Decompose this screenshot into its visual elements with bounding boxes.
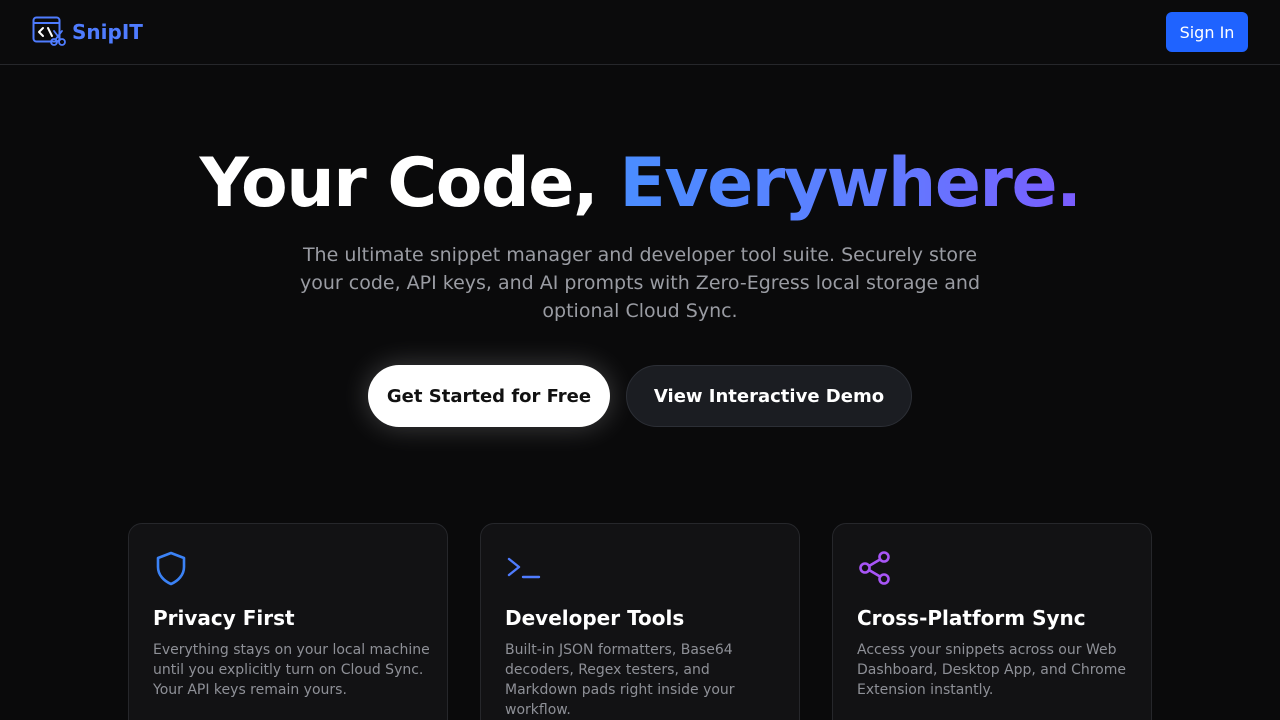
brand-name: SnipIT	[72, 20, 143, 44]
feature-description: Everything stays on your local machine u…	[153, 642, 430, 698]
code-scissors-icon	[32, 16, 66, 48]
hero-title: Your Code, Everywhere.	[0, 140, 1280, 228]
hero-title-accent: Everywhere.	[619, 144, 1082, 223]
feature-title: Privacy First	[153, 606, 295, 630]
feature-description: Built-in JSON formatters, Base64 decoder…	[505, 642, 735, 718]
brand-logo[interactable]: SnipIT	[32, 16, 143, 48]
sign-in-button[interactable]: Sign In	[1166, 12, 1248, 52]
feature-title: Cross-Platform Sync	[857, 606, 1086, 630]
feature-card-sync: Cross-Platform Sync Access your snippets…	[832, 523, 1152, 720]
feature-card-privacy: Privacy First Everything stays on your l…	[128, 523, 448, 720]
share-icon	[857, 550, 893, 586]
feature-title: Developer Tools	[505, 606, 685, 630]
get-started-button[interactable]: Get Started for Free	[368, 365, 610, 427]
terminal-icon	[505, 550, 541, 586]
hero-title-main: Your Code,	[199, 144, 620, 223]
feature-description: Access your snippets across our Web Dash…	[857, 642, 1126, 698]
landing-page: SnipIT Sign In Your Code, Everywhere. Th…	[0, 0, 1280, 720]
shield-icon	[153, 550, 189, 586]
hero-subtitle: The ultimate snippet manager and develop…	[300, 244, 981, 322]
top-navbar: SnipIT Sign In	[0, 0, 1280, 65]
feature-card-dev-tools: Developer Tools Built-in JSON formatters…	[480, 523, 800, 720]
view-demo-button[interactable]: View Interactive Demo	[626, 365, 912, 427]
